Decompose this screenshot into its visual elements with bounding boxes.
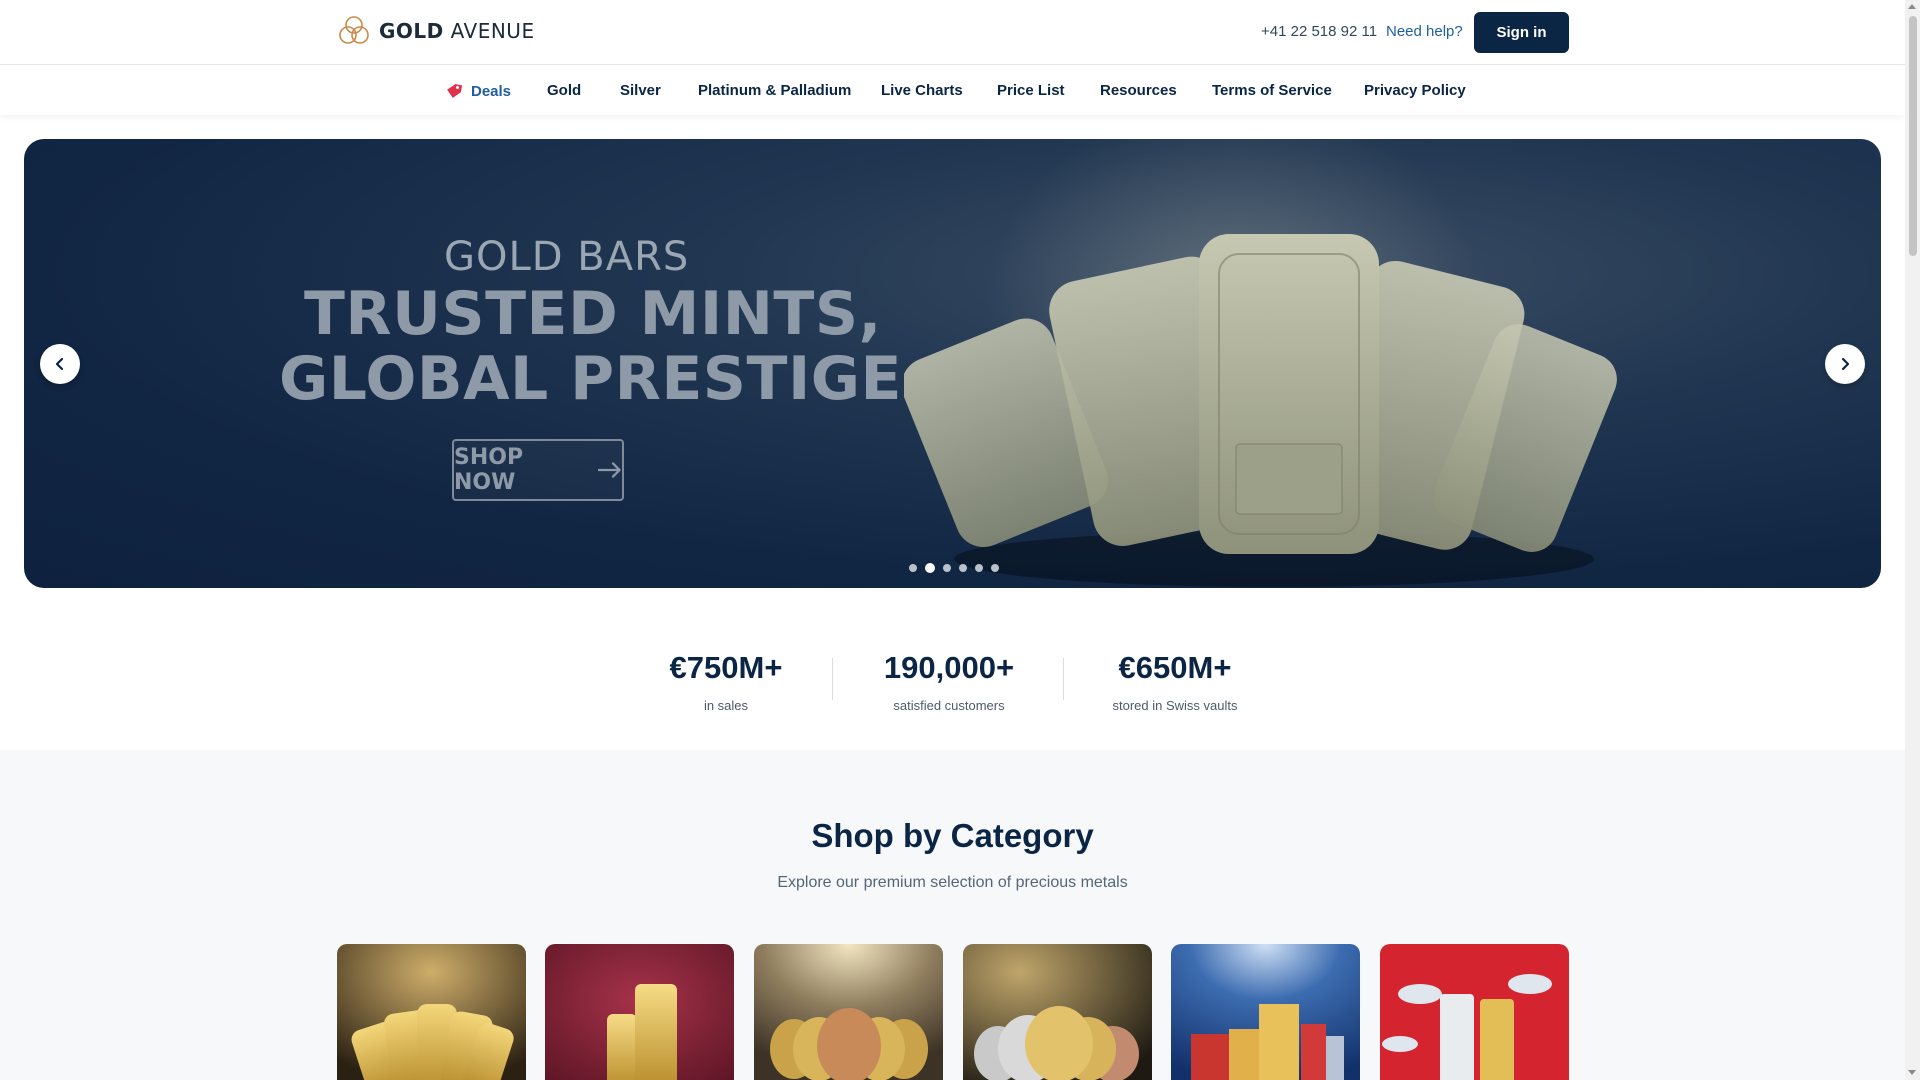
category-card-gifts[interactable] — [1171, 944, 1360, 1080]
gold-bars-thumbnail — [337, 944, 526, 1080]
carousel-dot-active[interactable] — [925, 563, 935, 573]
tag-icon — [447, 84, 463, 98]
carousel-prev-button[interactable] — [40, 344, 80, 384]
category-card-mixed-coins[interactable] — [963, 944, 1152, 1080]
lunar-series-thumbnail — [1380, 944, 1569, 1080]
stat-sales: €750M+ in sales — [644, 650, 808, 713]
category-card-gold-bars[interactable] — [337, 944, 526, 1080]
scroll-down-arrow-icon[interactable] — [1908, 1070, 1916, 1075]
nav-item-gold[interactable]: Gold — [547, 82, 581, 99]
stat-vaults: €650M+ stored in Swiss vaults — [1086, 650, 1264, 713]
scroll-up-arrow-icon[interactable] — [1908, 4, 1916, 9]
stat-value: €750M+ — [669, 650, 783, 685]
nav-item-privacy-policy[interactable]: Privacy Policy — [1364, 82, 1466, 99]
carousel-dots — [909, 563, 999, 573]
phone-number[interactable]: +41 22 518 92 11 — [1261, 23, 1377, 40]
shop-now-label: SHOP NOW — [454, 445, 524, 495]
sign-in-button[interactable]: Sign in — [1474, 12, 1569, 53]
nav-item-live-charts[interactable]: Live Charts — [881, 82, 963, 99]
hero-carousel[interactable]: GOLD BARS TRUSTED MINTS, GLOBAL PRESTIGE… — [24, 139, 1881, 588]
brand-mark-icon — [339, 16, 369, 44]
hero-headline-line-2: GLOBAL PRESTIGE — [279, 344, 902, 414]
nav-item-platinum-palladium[interactable]: Platinum & Palladium — [698, 82, 851, 99]
carousel-dot[interactable] — [909, 564, 917, 572]
stat-label: stored in Swiss vaults — [1112, 698, 1238, 713]
hero-eyebrow: GOLD BARS — [444, 234, 690, 280]
nav-item-silver[interactable]: Silver — [620, 82, 661, 99]
stat-divider — [1063, 658, 1064, 700]
category-card-gold-coins[interactable] — [754, 944, 943, 1080]
brand-logo[interactable]: GOLD AVENUE — [337, 14, 535, 48]
nav-item-terms-of-service[interactable]: Terms of Service — [1212, 82, 1332, 99]
nav-label-deals: Deals — [471, 82, 512, 100]
brand-name-bold: GOLD — [379, 19, 444, 43]
nav-item-price-list[interactable]: Price List — [997, 82, 1065, 99]
carousel-dot[interactable] — [959, 564, 967, 572]
gold-bars-illustration — [904, 234, 1617, 587]
top-bar: GOLD AVENUE +41 22 518 92 11 Need help? … — [0, 0, 1905, 65]
shop-now-button[interactable]: SHOP NOW — [452, 439, 624, 501]
carousel-dot[interactable] — [991, 564, 999, 572]
stat-customers: 190,000+ satisfied customers — [856, 650, 1042, 713]
section-title: Shop by Category — [811, 817, 1094, 854]
stat-divider — [832, 658, 833, 700]
category-card-lunar-series[interactable] — [1380, 944, 1569, 1080]
chevron-left-icon — [55, 357, 64, 371]
stat-label: in sales — [703, 698, 749, 713]
gold-coins-thumbnail — [754, 944, 943, 1080]
mixed-coins-thumbnail — [963, 944, 1152, 1080]
nav-item-deals[interactable]: Deals — [445, 82, 511, 100]
main-nav: Deals Gold Silver Platinum & Palladium L… — [0, 66, 1905, 115]
category-card-minted-bars[interactable] — [545, 944, 734, 1080]
gifts-thumbnail — [1171, 944, 1360, 1080]
carousel-dot[interactable] — [975, 564, 983, 572]
hero-headline-line-1: TRUSTED MINTS, — [304, 279, 882, 349]
scroll-thumb[interactable] — [1909, 16, 1917, 256]
section-subtitle: Explore our premium selection of preciou… — [777, 874, 1128, 891]
chevron-right-icon — [1841, 357, 1850, 371]
stat-label: satisfied customers — [893, 698, 1005, 713]
brand-name-light: AVENUE — [450, 19, 535, 43]
carousel-next-button[interactable] — [1825, 344, 1865, 384]
need-help-link[interactable]: Need help? — [1386, 23, 1463, 40]
minted-bars-thumbnail — [545, 944, 734, 1080]
page-scrollbar[interactable] — [1905, 0, 1920, 1080]
stats-bar: €750M+ in sales 190,000+ satisfied custo… — [0, 610, 1905, 750]
arrow-right-icon — [597, 462, 621, 478]
shop-by-category-section: Shop by Category Explore our premium sel… — [0, 750, 1905, 1080]
nav-item-resources[interactable]: Resources — [1100, 82, 1177, 99]
stat-value: €650M+ — [1118, 650, 1232, 685]
carousel-dot[interactable] — [943, 564, 951, 572]
stat-value: 190,000+ — [883, 650, 1015, 685]
brand-name: GOLD AVENUE — [379, 19, 535, 43]
